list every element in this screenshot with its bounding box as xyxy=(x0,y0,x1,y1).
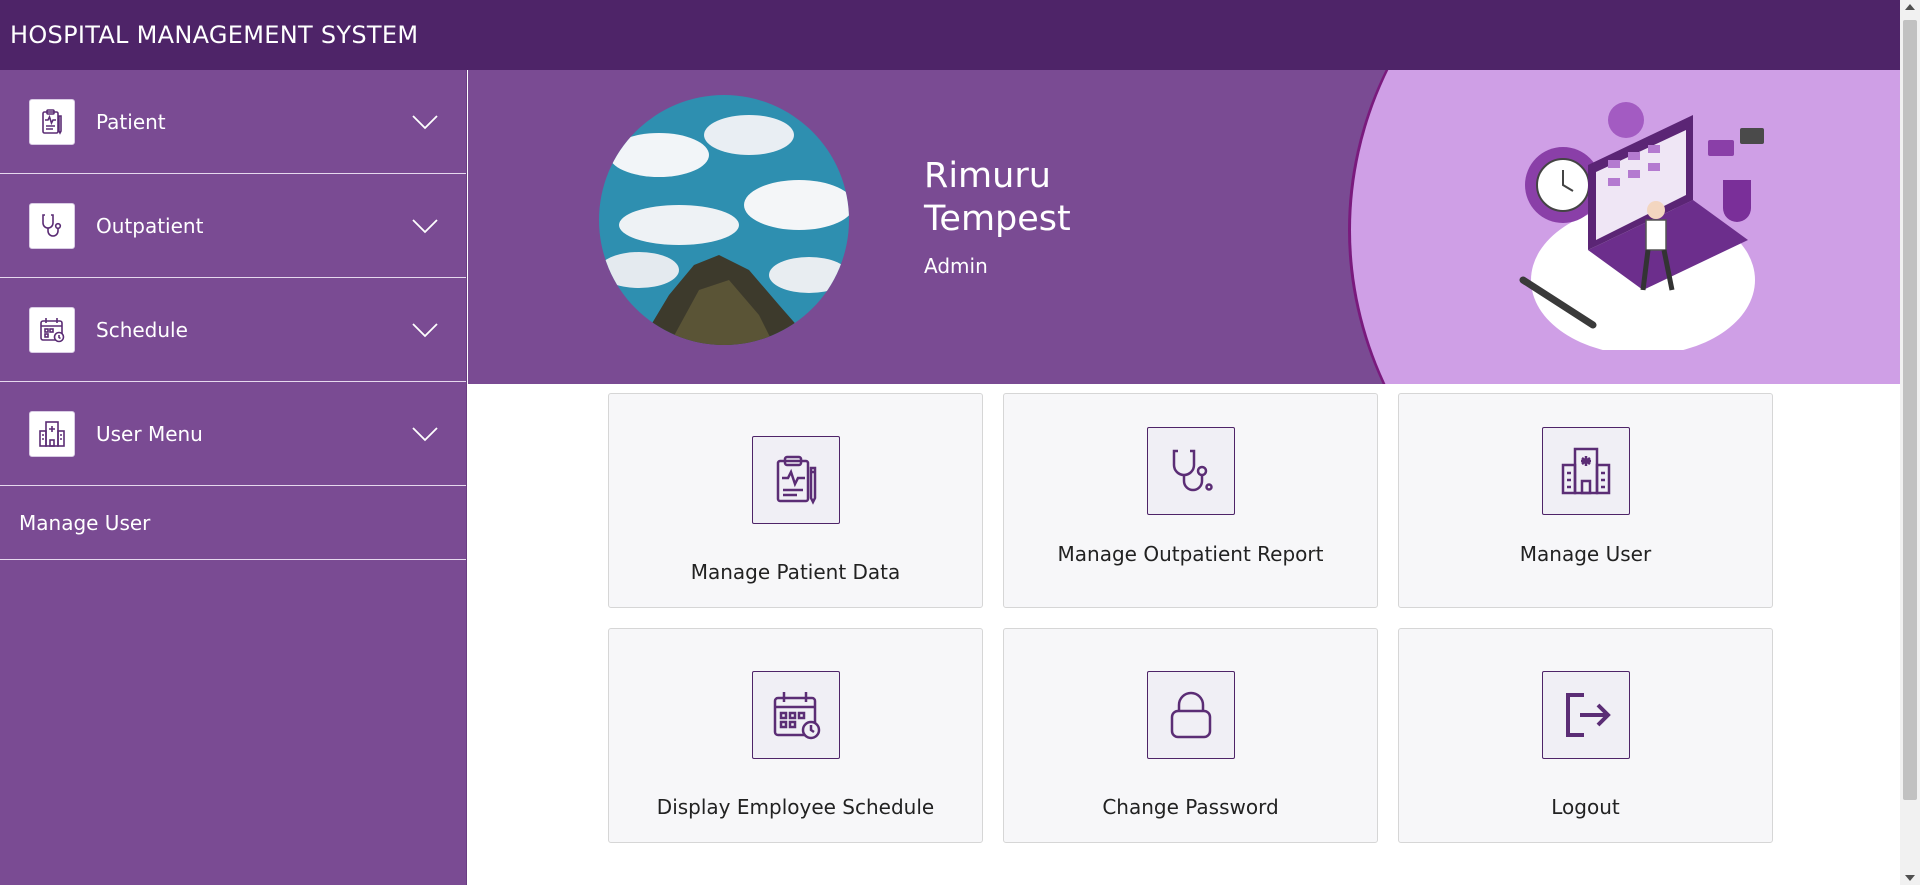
profile-role: Admin xyxy=(924,254,988,278)
chevron-down-icon xyxy=(412,218,438,233)
sidebar-item-label: Schedule xyxy=(96,317,188,342)
chevron-down-icon xyxy=(412,426,438,441)
sidebar-item-schedule[interactable]: Schedule xyxy=(0,278,466,382)
sidebar-item-label: User Menu xyxy=(96,421,203,446)
top-bar: HOSPITAL MANAGEMENT SYSTEM xyxy=(0,0,1900,70)
card-label: Manage Patient Data xyxy=(690,560,901,584)
hospital-icon xyxy=(1542,427,1630,515)
calendar-icon xyxy=(29,306,75,353)
sidebar-item-patient[interactable]: Patient xyxy=(0,70,466,174)
scroll-down-icon[interactable] xyxy=(1905,875,1915,881)
chevron-down-icon xyxy=(412,322,438,337)
avatar xyxy=(599,95,849,345)
sidebar-link-manage-user[interactable]: Manage User xyxy=(0,486,466,560)
illustration-image xyxy=(1508,90,1768,355)
scrollbar-thumb[interactable] xyxy=(1903,20,1917,800)
sidebar-item-outpatient[interactable]: Outpatient xyxy=(0,174,466,278)
card-manage-outpatient-report[interactable]: Manage Outpatient Report xyxy=(1003,393,1378,608)
card-change-password[interactable]: Change Password xyxy=(1003,628,1378,843)
card-manage-user[interactable]: Manage User xyxy=(1398,393,1773,608)
page-scrollbar[interactable] xyxy=(1900,0,1920,885)
card-label: Manage Outpatient Report xyxy=(1057,542,1324,566)
app-title: HOSPITAL MANAGEMENT SYSTEM xyxy=(10,21,419,49)
logout-icon xyxy=(1542,671,1630,759)
sidebar: Patient Outpatient Schedule User Menu Ma… xyxy=(0,70,467,885)
profile-last-name: Tempest xyxy=(924,199,1071,239)
card-label: Display Employee Schedule xyxy=(656,795,935,819)
hospital-icon xyxy=(29,410,75,457)
clipboard-icon xyxy=(29,98,75,145)
profile-banner: Rimuru Tempest Admin xyxy=(468,70,1900,384)
profile-name: Rimuru Tempest xyxy=(924,155,1071,241)
card-label: Change Password xyxy=(1102,795,1279,819)
card-label: Logout xyxy=(1551,795,1620,819)
sidebar-item-user-menu[interactable]: User Menu xyxy=(0,382,466,486)
card-label: Manage User xyxy=(1519,542,1652,566)
sidebar-item-label: Outpatient xyxy=(96,213,204,238)
profile-first-name: Rimuru xyxy=(924,156,1051,196)
lock-icon xyxy=(1147,671,1235,759)
stethoscope-icon xyxy=(29,202,75,249)
sidebar-item-label: Patient xyxy=(96,109,166,134)
calendar-icon xyxy=(752,671,840,759)
stethoscope-icon xyxy=(1147,427,1235,515)
card-logout[interactable]: Logout xyxy=(1398,628,1773,843)
scroll-up-icon[interactable] xyxy=(1905,4,1915,10)
chevron-down-icon xyxy=(412,114,438,129)
card-display-employee-schedule[interactable]: Display Employee Schedule xyxy=(608,628,983,843)
card-manage-patient-data[interactable]: Manage Patient Data xyxy=(608,393,983,608)
clipboard-icon xyxy=(752,436,840,524)
